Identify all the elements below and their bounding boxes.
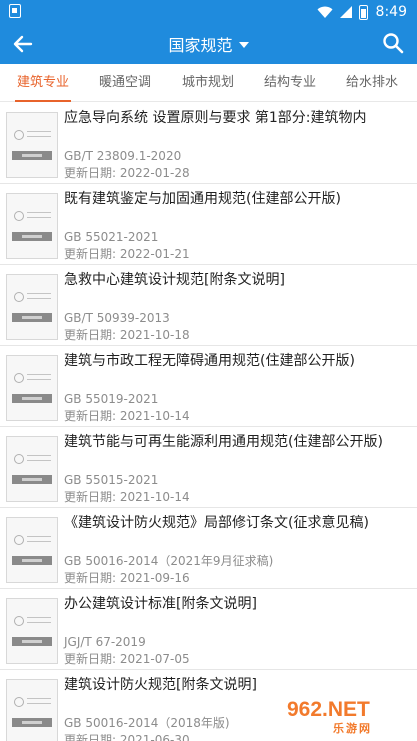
caret-down-icon [238, 42, 249, 48]
document-thumbnail [6, 436, 58, 502]
signal-icon [339, 6, 352, 18]
document-thumbnail [6, 274, 58, 340]
document-thumbnail [6, 112, 58, 178]
status-icons: 8:49 [317, 3, 407, 21]
item-date: 更新日期: 2021-06-30 [64, 732, 190, 741]
notification-icon [9, 4, 21, 18]
watermark-brand: 962.NET [287, 698, 370, 721]
list-item[interactable]: 建筑节能与可再生能源利用通用规范(住建部公开版) GB 55015-2021 更… [0, 427, 417, 508]
list-item[interactable]: 应急导向系统 设置原则与要求 第1部分:建筑物内 GB/T 23809.1-20… [0, 103, 417, 184]
date-label: 更新日期: [64, 652, 117, 666]
item-date: 更新日期: 2021-10-18 [64, 327, 190, 343]
app-bar: 国家规范 [0, 24, 417, 64]
date-label: 更新日期: [64, 490, 117, 504]
tab-water-supply[interactable]: 给水排水 [346, 64, 398, 101]
tab-architecture[interactable]: 建筑专业 [14, 64, 72, 102]
item-code: GB 55015-2021 [64, 473, 159, 487]
date-label: 更新日期: [64, 247, 117, 261]
date-value: 2021-07-05 [119, 652, 190, 666]
item-code: GB 50016-2014（2018年版) [64, 716, 230, 730]
date-label: 更新日期: [64, 571, 117, 585]
item-title: 办公建筑设计标准[附条文说明] [64, 596, 257, 612]
item-title: 建筑与市政工程无障碍通用规范(住建部公开版) [64, 353, 355, 369]
list-item[interactable]: 《建筑设计防火规范》局部修订条文(征求意见稿) GB 50016-2014（20… [0, 508, 417, 589]
item-title: 建筑设计防火规范[附条文说明] [64, 677, 257, 693]
document-thumbnail [6, 355, 58, 421]
date-value: 2021-10-14 [119, 409, 190, 423]
list-item[interactable]: 急救中心建筑设计规范[附条文说明] GB/T 50939-2013 更新日期: … [0, 265, 417, 346]
category-tabs: 建筑专业 暖通空调 城市规划 结构专业 给水排水 [0, 64, 417, 102]
wifi-icon [317, 6, 333, 18]
date-label: 更新日期: [64, 328, 117, 342]
tab-structure[interactable]: 结构专业 [264, 64, 316, 101]
document-thumbnail [6, 517, 58, 583]
item-title: 《建筑设计防火规范》局部修订条文(征求意见稿) [64, 515, 369, 531]
list-item[interactable]: 既有建筑鉴定与加固通用规范(住建部公开版) GB 55021-2021 更新日期… [0, 184, 417, 265]
item-date: 更新日期: 2021-10-14 [64, 408, 190, 424]
date-label: 更新日期: [64, 166, 117, 180]
item-title: 建筑节能与可再生能源利用通用规范(住建部公开版) [64, 434, 383, 450]
item-date: 更新日期: 2021-07-05 [64, 651, 190, 667]
status-bar: 8:49 [0, 0, 417, 24]
date-value: 2021-06-30 [119, 733, 190, 741]
site-watermark: 962.NET 乐游网 [283, 695, 411, 737]
item-date: 更新日期: 2022-01-21 [64, 246, 190, 262]
document-thumbnail [6, 193, 58, 259]
date-value: 2021-10-18 [119, 328, 190, 342]
date-label: 更新日期: [64, 409, 117, 423]
date-value: 2021-09-16 [119, 571, 190, 585]
item-code: GB/T 50939-2013 [64, 311, 170, 325]
item-code: GB 50016-2014（2021年9月征求稿) [64, 554, 274, 568]
item-title: 既有建筑鉴定与加固通用规范(住建部公开版) [64, 191, 341, 207]
item-date: 更新日期: 2022-01-28 [64, 165, 190, 181]
item-date: 更新日期: 2021-09-16 [64, 570, 190, 586]
battery-icon [358, 4, 368, 20]
status-time: 8:49 [375, 4, 407, 20]
watermark-sub: 乐游网 [333, 722, 372, 735]
search-icon[interactable] [381, 31, 405, 55]
page-title: 国家规范 [168, 36, 233, 55]
item-code: JGJ/T 67-2019 [64, 635, 146, 649]
app-root: 8:49 国家规范 建筑专业 暖通空调 城市规划 结构专业 给水排水 应急导向系… [0, 0, 417, 741]
item-title: 急救中心建筑设计规范[附条文说明] [64, 272, 285, 288]
document-thumbnail [6, 679, 58, 741]
date-value: 2021-10-14 [119, 490, 190, 504]
list-item[interactable]: 建筑与市政工程无障碍通用规范(住建部公开版) GB 55019-2021 更新日… [0, 346, 417, 427]
item-date: 更新日期: 2021-10-14 [64, 489, 190, 505]
category-dropdown[interactable]: 国家规范 [0, 32, 417, 56]
date-value: 2022-01-21 [119, 247, 190, 261]
tab-hvac[interactable]: 暖通空调 [99, 64, 151, 101]
date-value: 2022-01-28 [119, 166, 190, 180]
date-label: 更新日期: [64, 733, 117, 741]
item-title: 应急导向系统 设置原则与要求 第1部分:建筑物内 [64, 110, 367, 126]
list-item[interactable]: 办公建筑设计标准[附条文说明] JGJ/T 67-2019 更新日期: 2021… [0, 589, 417, 670]
item-code: GB 55019-2021 [64, 392, 159, 406]
item-code: GB 55021-2021 [64, 230, 159, 244]
tab-urban-planning[interactable]: 城市规划 [182, 64, 234, 101]
document-thumbnail [6, 598, 58, 664]
item-code: GB/T 23809.1-2020 [64, 149, 182, 163]
